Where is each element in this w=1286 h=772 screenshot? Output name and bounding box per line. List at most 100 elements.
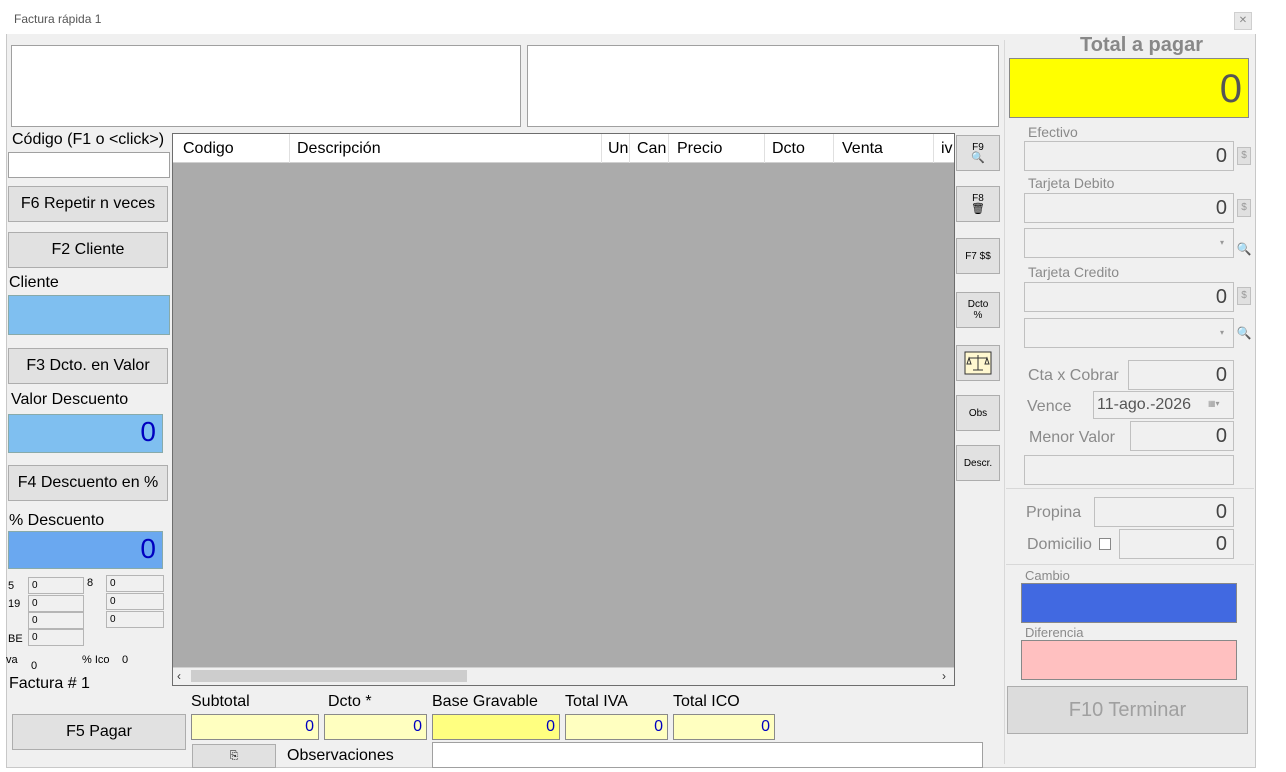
chevron-down-icon[interactable]: ▾ — [1220, 238, 1224, 247]
info-area-left[interactable] — [11, 45, 521, 127]
codigo-input[interactable] — [8, 152, 170, 178]
info-area-right[interactable] — [527, 45, 999, 127]
extra-field[interactable] — [1024, 455, 1234, 485]
debito-dollar-button[interactable]: $ — [1237, 199, 1251, 217]
col-descripcion[interactable]: Descripción — [297, 140, 381, 158]
domicilio-checkbox[interactable] — [1099, 538, 1111, 550]
dcto-pct-button[interactable]: Dcto % — [956, 292, 1000, 328]
total-a-pagar-value: 0 — [1009, 58, 1249, 118]
obs-button[interactable]: Obs — [956, 395, 1000, 431]
debito-field[interactable]: 0 — [1024, 193, 1234, 223]
search-icon: 🔍 — [971, 152, 985, 164]
calendar-icon[interactable]: ▦▾ — [1208, 399, 1220, 408]
diferencia-label: Diferencia — [1025, 625, 1084, 640]
terminar-button[interactable]: F10 Terminar — [1007, 686, 1248, 734]
tax-col2-value-3: 0 — [106, 611, 164, 628]
tax-rate-19-value: 0 — [28, 595, 84, 612]
grid-header — [173, 134, 954, 163]
vence-label: Vence — [1027, 398, 1072, 415]
diferencia-field — [1021, 640, 1237, 680]
debito-label: Tarjeta Debito — [1028, 175, 1115, 191]
pagar-button[interactable]: F5 Pagar — [12, 714, 186, 750]
cliente-label: Cliente — [9, 274, 59, 291]
col-iva[interactable]: iva — [941, 140, 953, 158]
iva-label: va — [6, 654, 18, 666]
price-f7-button[interactable]: F7 $$ — [956, 238, 1000, 274]
factura-number: Factura # 1 — [9, 675, 90, 692]
valor-descuento-label: Valor Descuento — [11, 391, 129, 408]
scale-button[interactable] — [956, 345, 1000, 381]
domicilio-field[interactable]: 0 — [1119, 529, 1234, 559]
efectivo-field[interactable]: 0 — [1024, 141, 1234, 171]
search-f9-button[interactable]: F9 🔍 — [956, 135, 1000, 171]
tax-rate-8-label: 8 — [87, 577, 94, 589]
print-button[interactable]: ⎘ — [192, 744, 276, 768]
credito-dollar-button[interactable]: $ — [1237, 287, 1251, 305]
base-gravable-field: 0 — [432, 714, 560, 740]
scroll-thumb[interactable] — [191, 670, 467, 682]
total-ico-field: 0 — [673, 714, 775, 740]
items-grid[interactable] — [172, 133, 955, 686]
printer-icon: ⎘ — [229, 749, 239, 762]
window-title: Factura rápida 1 — [14, 12, 102, 26]
menor-valor-field[interactable]: 0 — [1130, 421, 1234, 451]
repetir-button[interactable]: F6 Repetir n veces — [8, 186, 168, 222]
descuento-pct-button[interactable]: F4 Descuento en % — [8, 465, 168, 501]
col-can[interactable]: Can — [637, 140, 666, 158]
propina-field[interactable]: 0 — [1094, 497, 1234, 527]
chevron-down-icon[interactable]: ▾ — [1220, 328, 1224, 337]
dcto-total-field: 0 — [324, 714, 427, 740]
cliente-button[interactable]: F2 Cliente — [8, 232, 168, 268]
scroll-left-icon[interactable]: ‹ — [177, 669, 181, 683]
iva-value: 0 — [31, 660, 38, 672]
credito-field[interactable]: 0 — [1024, 282, 1234, 312]
observaciones-input[interactable] — [432, 742, 983, 768]
dcto-valor-button[interactable]: F3 Dcto. en Valor — [8, 348, 168, 384]
pct-label: % — [973, 310, 983, 321]
col-precio[interactable]: Precio — [677, 140, 722, 158]
domicilio-label: Domicilio — [1027, 536, 1092, 553]
codigo-label: Código (F1 o <click>) — [12, 131, 165, 148]
tax-be-value: 0 — [28, 629, 84, 646]
total-iva-field: 0 — [565, 714, 668, 740]
tax-rate-5-label: 5 — [8, 580, 15, 592]
scroll-right-icon[interactable]: › — [942, 669, 946, 683]
col-venta[interactable]: Venta — [842, 140, 883, 158]
cta-x-cobrar-field[interactable]: 0 — [1128, 360, 1234, 390]
pct-descuento-field[interactable]: 0 — [8, 531, 163, 569]
col-separator — [764, 134, 765, 163]
close-icon[interactable]: ✕ — [1234, 12, 1252, 30]
tax-col2-value-1: 0 — [106, 575, 164, 592]
debito-bank-select[interactable] — [1024, 228, 1234, 258]
cliente-field[interactable] — [8, 295, 170, 335]
col-separator — [289, 134, 290, 163]
ico-label: % Ico — [82, 654, 110, 666]
valor-descuento-field[interactable]: 0 — [8, 414, 163, 453]
subtotal-label: Subtotal — [191, 693, 250, 710]
efectivo-label: Efectivo — [1028, 124, 1078, 140]
tax-col2-value-2: 0 — [106, 593, 164, 610]
col-un[interactable]: Un — [608, 140, 628, 158]
efectivo-dollar-button[interactable]: $ — [1237, 147, 1251, 165]
observaciones-label: Observaciones — [287, 747, 394, 764]
tax-be-label: BE — [8, 633, 23, 645]
trash-icon: 🗑 — [971, 203, 985, 215]
cta-x-cobrar-label: Cta x Cobrar — [1028, 367, 1119, 384]
tax-rate-19-label: 19 — [8, 598, 21, 610]
descr-button[interactable]: Descr. — [956, 445, 1000, 481]
tax-rate-3-value: 0 — [28, 612, 84, 629]
total-ico-label: Total ICO — [673, 693, 740, 710]
search-icon[interactable]: 🔍 — [1235, 324, 1253, 342]
credito-bank-select[interactable] — [1024, 318, 1234, 348]
ico-value: 0 — [122, 654, 129, 666]
delete-f8-button[interactable]: F8 🗑 — [956, 186, 1000, 222]
cambio-label: Cambio — [1025, 568, 1070, 583]
total-iva-label: Total IVA — [565, 693, 628, 710]
propina-label: Propina — [1026, 504, 1082, 521]
subtotal-field: 0 — [191, 714, 319, 740]
col-separator — [629, 134, 630, 163]
divider — [1006, 564, 1254, 565]
col-dcto[interactable]: Dcto — [772, 140, 805, 158]
search-icon[interactable]: 🔍 — [1235, 240, 1253, 258]
col-codigo[interactable]: Codigo — [183, 140, 234, 158]
